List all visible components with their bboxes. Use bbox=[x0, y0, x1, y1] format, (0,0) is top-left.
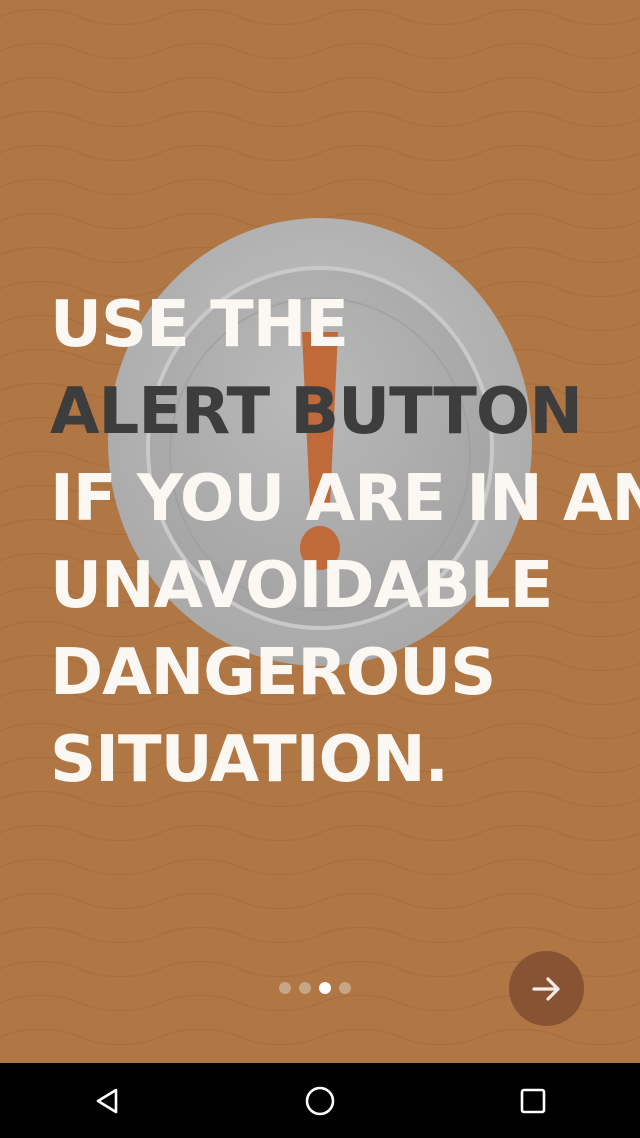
page-dot-1 bbox=[279, 982, 291, 994]
recents-icon bbox=[521, 1088, 546, 1113]
nav-home-button[interactable] bbox=[290, 1071, 350, 1131]
message-line-1: USE THE bbox=[50, 288, 349, 362]
back-icon bbox=[96, 1088, 117, 1113]
message-line-2: ALERT BUTTON bbox=[50, 375, 583, 449]
message-line-5: DANGEROUS bbox=[50, 636, 496, 710]
onboarding-message: USE THE ALERT BUTTON IF YOU ARE IN AN UN… bbox=[50, 282, 640, 804]
page-dot-4 bbox=[339, 982, 351, 994]
message-line-6: SITUATION. bbox=[50, 723, 449, 797]
message-line-4: UNAVOIDABLE bbox=[50, 549, 553, 623]
arrow-right-icon bbox=[531, 976, 560, 1001]
onboarding-screen: USE THE ALERT BUTTON IF YOU ARE IN AN UN… bbox=[0, 0, 640, 1063]
page-dot-3-active bbox=[319, 982, 331, 994]
page-indicator bbox=[279, 981, 351, 995]
system-navigation-bar bbox=[0, 1063, 640, 1138]
nav-recents-button[interactable] bbox=[503, 1071, 563, 1131]
message-line-3: IF YOU ARE IN AN bbox=[50, 462, 640, 536]
home-icon bbox=[305, 1086, 335, 1115]
nav-back-button[interactable] bbox=[77, 1071, 137, 1131]
next-button[interactable] bbox=[509, 951, 584, 1026]
page-dot-2 bbox=[299, 982, 311, 994]
